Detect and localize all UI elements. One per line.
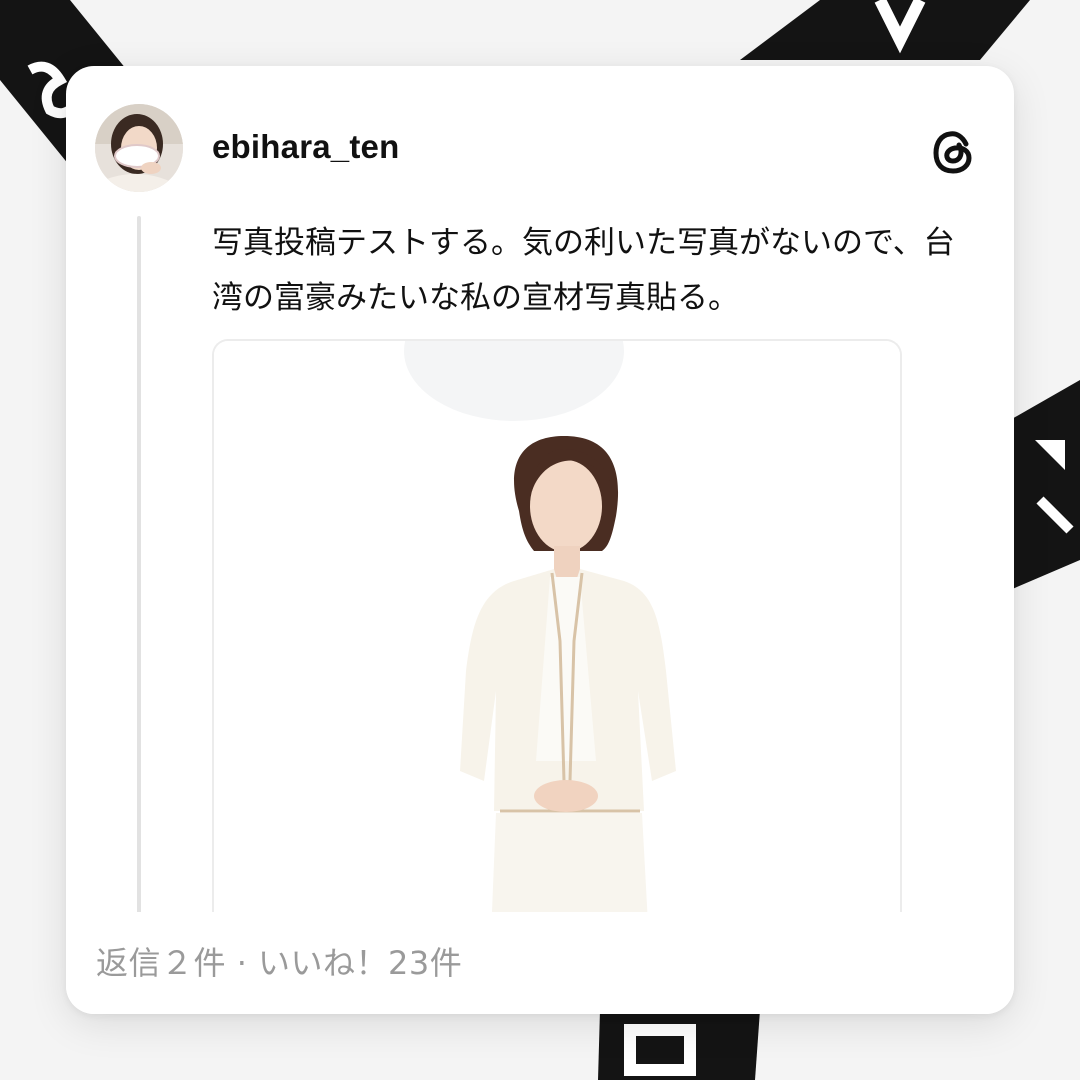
stats-separator: · (236, 944, 259, 982)
post-stats: 返信２件 · いいね！23件 (96, 938, 462, 984)
profile-photo[interactable] (95, 104, 183, 192)
replies-count[interactable]: 返信２件 (96, 944, 226, 982)
threads-logo-icon[interactable] (928, 126, 980, 178)
thread-line (137, 216, 141, 916)
post-card: ebihara_ten 写真投稿テストする。気の利いた写真がないので、台湾の富豪… (66, 66, 1014, 1014)
username[interactable]: ebihara_ten (212, 128, 399, 166)
post-image[interactable] (212, 339, 902, 961)
woman-portrait-photo (214, 341, 900, 961)
post-text: 写真投稿テストする。気の利いた写真がないので、台湾の富豪みたいな私の宣材写真貼る… (212, 225, 955, 316)
likes-count[interactable]: いいね！23件 (258, 944, 462, 982)
avatar-illustration (95, 104, 183, 192)
share-image: ebihara_ten 写真投稿テストする。気の利いた写真がないので、台湾の富豪… (0, 0, 1080, 1080)
